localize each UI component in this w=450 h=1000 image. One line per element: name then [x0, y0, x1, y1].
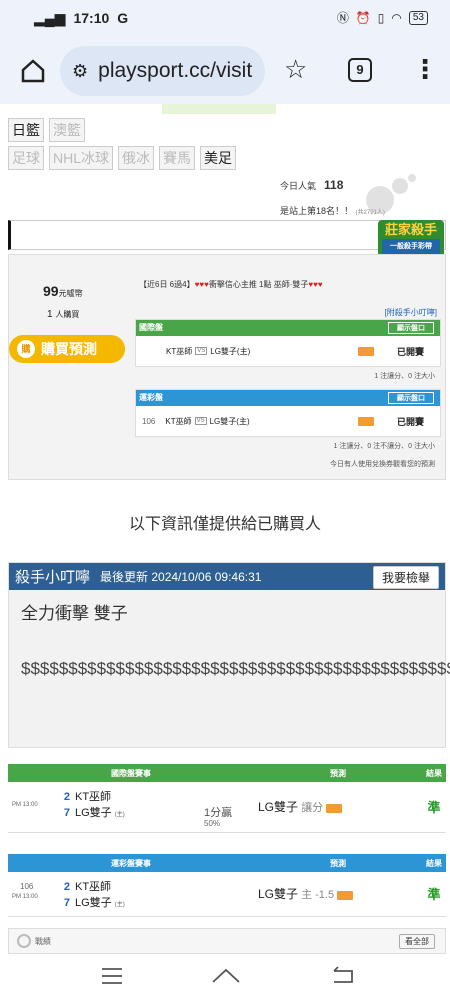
home-icon[interactable] — [20, 58, 46, 84]
browser-toolbar: ⚙ playsport.cc/visit ☆ 9 ⋮ — [0, 38, 450, 104]
buy-prediction-button[interactable]: 購 購買預測 — [9, 335, 125, 363]
status-badge: 已開賽 — [396, 416, 424, 427]
tip-link[interactable]: [附殺手小叮嚀] — [385, 307, 437, 318]
tag-horse-racing[interactable]: 賽馬 — [159, 146, 196, 170]
price: 99元噓幣 — [43, 283, 83, 299]
view-all-button[interactable]: 看全部 — [399, 934, 435, 949]
lottery-box: 運彩盤 顯示盤口 106 KT巫師 VS LG雙子(主) 已開賽 — [135, 389, 441, 437]
record-strip: 戰績 看全部 — [8, 928, 446, 954]
status-badge: 已開賽 — [396, 346, 424, 357]
address-bar[interactable]: ⚙ playsport.cc/visit — [60, 46, 265, 96]
lottery-result-table: 運彩盤賽事 預測 結果 106 PM 13:00 2 KT巫師 7 LG雙子 (主)… — [8, 854, 446, 917]
buyer-count: 1 人購買 — [47, 309, 80, 320]
recent-apps-icon[interactable] — [100, 966, 124, 986]
heart-icon: ♥♥♥ — [194, 280, 209, 289]
show-line-button[interactable]: 顯示盤口 — [388, 392, 434, 404]
table-row: PM 13:00 2 KT巫師 7 LG雙子 (主) 1分贏 50% LG雙子 讓分… — [8, 782, 446, 833]
vibrate-icon: ▯ — [377, 10, 385, 25]
lottery-match-row: 106 KT巫師 VS LG雙子(主) 已開賽 — [142, 416, 424, 427]
system-nav-bar — [0, 954, 450, 1000]
intl-match-row: KT巫師 VS LG雙子(主) 已開賽 — [166, 346, 424, 357]
killer-badge: 莊家殺手 一般殺手彩帶 — [378, 220, 444, 258]
nfc-icon: Ⓝ — [336, 11, 349, 25]
intl-header: 國際盤 顯示盤口 — [136, 320, 440, 336]
tip-body: $$$$$$$$$$$$$$$$$$$$$$$$$$$$$$$$$$$$$$$$… — [21, 659, 450, 678]
back-icon[interactable] — [330, 965, 356, 985]
swap-note: 今日有人使用兌換券觀看您的預測 — [330, 461, 435, 468]
status-bar: ▂▄▆ 17:10 G Ⓝ ⏰ ▯ ◠ 53 — [0, 0, 450, 38]
url-text: playsport.cc/visit — [98, 59, 253, 82]
carrier-icon: G — [117, 10, 129, 26]
splash-decoration-icon — [366, 174, 416, 214]
wifi-icon: ◠ — [391, 10, 402, 25]
result-badge: 準 — [422, 782, 446, 833]
intl-result-table: 國際盤賽事 預測 結果 PM 13:00 2 KT巫師 7 LG雙子 (主) 1分贏… — [8, 764, 446, 833]
pick-tag-icon — [337, 890, 354, 900]
lottery-note: 1 注讓分、0 注不讓分、0 注大小 — [333, 443, 435, 450]
tag-soccer[interactable]: 足球 — [8, 146, 44, 170]
site-settings-icon[interactable]: ⚙ — [72, 61, 88, 82]
heart-icon: ♥♥♥ — [308, 280, 323, 289]
sport-tags-row2: 足球 NHL冰球 俄冰 賽馬 美足 — [8, 146, 237, 170]
more-menu-icon[interactable]: ⋮ — [412, 54, 438, 85]
intl-note: 1 注讓分、0 注大小 — [374, 373, 435, 380]
home-nav-icon[interactable] — [210, 964, 242, 986]
tab-switcher-button[interactable]: 9 — [348, 58, 372, 82]
tag-basketball-jp[interactable]: 日籃 — [8, 118, 44, 142]
tag-basketball-au[interactable]: 澳籃 — [49, 118, 85, 142]
tip-title: 全力衝擊 雙子 — [21, 604, 128, 623]
buyers-only-notice: 以下資訊僅提供給已購買人 — [128, 516, 321, 533]
pick-tag-icon — [358, 416, 374, 426]
page-content: 日籃 澳籃 足球 NHL冰球 俄冰 賽馬 美足 今日人氣 118 是站上第18名！… — [0, 104, 450, 954]
pick-headline[interactable]: 【近6日 6過4】♥♥♥衝擊信心主推 1點 巫師·雙子♥♥♥ — [139, 279, 439, 290]
pick-tag-icon — [358, 346, 374, 356]
clock: 17:10 — [73, 10, 110, 26]
header-tab-highlight — [162, 104, 276, 114]
show-line-button[interactable]: 顯示盤口 — [388, 322, 434, 334]
prediction-panel: 99元噓幣 1 人購買 購 購買預測 【近6日 6過4】♥♥♥衝擊信心主推 1點… — [8, 254, 446, 480]
report-button[interactable]: 我要檢舉 — [372, 566, 439, 589]
killer-tip-card: 殺手小叮嚀 最後更新 2024/10/06 09:46:31 我要檢舉 全力衝擊… — [8, 562, 450, 748]
pick-tag-icon — [326, 803, 343, 813]
intl-box: 國際盤 顯示盤口 KT巫師 VS LG雙子(主) 已開賽 — [135, 319, 441, 367]
tag-nhl[interactable]: NHL冰球 — [49, 146, 114, 170]
buy-coin-icon: 購 — [17, 340, 35, 358]
bookmark-star-icon[interactable]: ☆ — [284, 54, 307, 85]
result-badge: 準 — [422, 872, 446, 917]
lottery-header: 運彩盤 顯示盤口 — [136, 390, 440, 406]
record-icon — [17, 934, 31, 948]
alarm-icon: ⏰ — [355, 10, 371, 25]
signal-icon: ▂▄▆ — [34, 10, 66, 26]
table-row: 106 PM 13:00 2 KT巫師 7 LG雙子 (主) LG雙子 主 -1.5… — [8, 872, 446, 917]
battery-icon: 53 — [408, 10, 428, 25]
popularity: 今日人氣 118 — [280, 178, 344, 192]
tag-american-football[interactable]: 美足 — [200, 146, 237, 170]
sport-tags-row1: 日籃 澳籃 — [8, 118, 85, 142]
tag-russian-hockey[interactable]: 俄冰 — [118, 146, 155, 170]
